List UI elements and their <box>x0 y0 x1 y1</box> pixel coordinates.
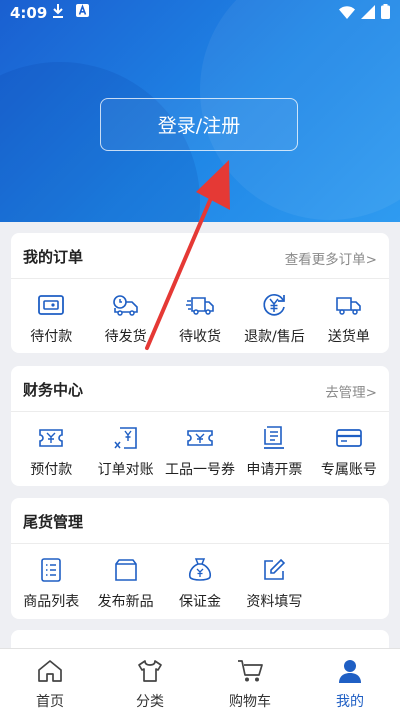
tab-category[interactable]: 分类 <box>100 649 200 711</box>
tab-mine[interactable]: 我的 <box>300 649 400 711</box>
tab-cart[interactable]: 购物车 <box>200 649 300 711</box>
tab-home-label: 首页 <box>36 694 64 710</box>
tab-category-label: 分类 <box>136 694 164 710</box>
cart-icon <box>237 659 263 687</box>
tab-cart-label: 购物车 <box>229 694 271 710</box>
bottom-tab-bar: 首页 分类 购物车 我的 <box>0 648 400 711</box>
category-icon <box>137 659 163 687</box>
user-icon <box>337 659 363 687</box>
annotation-arrow <box>145 160 230 350</box>
tab-home[interactable]: 首页 <box>0 649 100 711</box>
home-icon <box>37 659 63 687</box>
tab-mine-label: 我的 <box>336 694 364 710</box>
